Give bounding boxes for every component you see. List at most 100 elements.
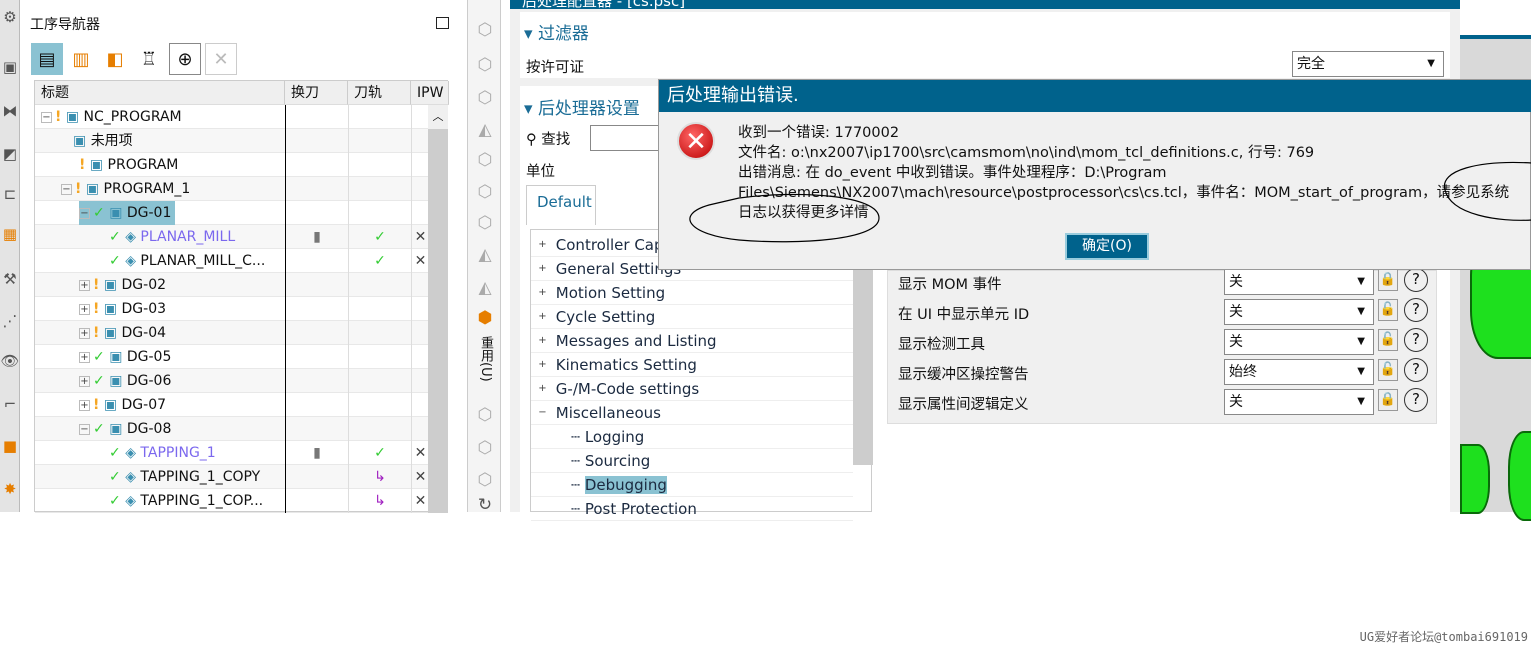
- unlock-icon[interactable]: 🔓: [1378, 299, 1398, 321]
- expand-toggle[interactable]: −: [41, 111, 52, 123]
- tree-row[interactable]: ✓ ◈ TAPPING_1_COPY ↳ ✕: [35, 465, 428, 489]
- expand-toggle[interactable]: +: [537, 360, 548, 371]
- tree-row[interactable]: + ✓ ▣ DG-05: [35, 345, 428, 369]
- shape2-icon[interactable]: ◭: [473, 278, 497, 302]
- method-view-icon[interactable]: ♖: [133, 43, 165, 75]
- scroll-up-icon[interactable]: ︿: [428, 105, 448, 129]
- tree-row[interactable]: +! ▣ DG-07: [35, 393, 428, 417]
- settings-tree-item[interactable]: ┄ Logging: [531, 425, 853, 449]
- tree-row[interactable]: ▣ 未用项: [35, 129, 428, 153]
- tree-row[interactable]: − ✓ ▣ DG-08: [35, 417, 428, 441]
- tree-row[interactable]: ✓ ◈ PLANAR_MILL_C... ✓ ✕: [35, 249, 428, 273]
- tree-row[interactable]: −! ▣ NC_PROGRAM: [35, 105, 428, 129]
- feature-icon[interactable]: ⋰: [0, 312, 20, 334]
- option-select[interactable]: 关 ▼: [1224, 269, 1374, 295]
- settings-tree-item[interactable]: + Motion Setting: [531, 281, 853, 305]
- expand-toggle[interactable]: +: [537, 288, 548, 299]
- option-select[interactable]: 关 ▼: [1224, 389, 1374, 415]
- tree-row[interactable]: ✓ ◈ TAPPING_1 ▮ ✓ ✕: [35, 441, 428, 465]
- tree-row[interactable]: ✓ ◈ PLANAR_MILL ▮ ✓ ✕: [35, 225, 428, 249]
- refresh-icon[interactable]: ↻: [473, 495, 497, 519]
- help-icon[interactable]: ?: [1404, 268, 1428, 292]
- expand-toggle[interactable]: +: [79, 375, 90, 387]
- tool-icon[interactable]: ⚒: [0, 270, 20, 292]
- delete-icon[interactable]: ⬡: [473, 213, 497, 237]
- settings-tree-item[interactable]: ┄ Post Protection: [531, 497, 853, 521]
- transform-icon[interactable]: ⬡: [473, 182, 497, 206]
- part-icon[interactable]: ▣: [0, 58, 20, 80]
- tree-row[interactable]: ✓ ◈ TAPPING_1_COP... ↳ ✕: [35, 489, 428, 513]
- reuse-icon[interactable]: ⬢: [473, 308, 497, 332]
- settings-tree-item[interactable]: ┄ Sourcing: [531, 449, 853, 473]
- expand-toggle[interactable]: +: [537, 240, 548, 251]
- settings-tree-item[interactable]: + Messages and Listing: [531, 329, 853, 353]
- expand-toggle[interactable]: +: [79, 279, 90, 291]
- machine-icon[interactable]: ⧓: [0, 102, 20, 124]
- gear-icon[interactable]: ⚙: [0, 8, 20, 30]
- tree-row[interactable]: + ✓ ▣ DG-06: [35, 369, 428, 393]
- settings-tree-item[interactable]: + G-/M-Code settings: [531, 377, 853, 401]
- expand-toggle[interactable]: −: [79, 207, 90, 219]
- assembly-icon[interactable]: ⊏: [0, 185, 20, 207]
- expand-toggle[interactable]: +: [537, 264, 548, 275]
- option-select[interactable]: 关 ▼: [1224, 299, 1374, 325]
- move-icon[interactable]: ⬡: [473, 150, 497, 174]
- lock-icon[interactable]: 🔒: [1378, 269, 1398, 291]
- verify-icon[interactable]: ⬡: [473, 438, 497, 462]
- help-icon[interactable]: ?: [1404, 328, 1428, 352]
- fixture-icon[interactable]: ◩: [0, 145, 20, 167]
- expand-toggle[interactable]: +: [537, 336, 548, 347]
- tree-row[interactable]: +! ▣ DG-04: [35, 321, 428, 345]
- expand-toggle[interactable]: −: [61, 183, 72, 195]
- column-header-path[interactable]: 刀轨: [348, 81, 411, 105]
- geometry-view-icon[interactable]: ◧: [99, 43, 131, 75]
- expand-toggle[interactable]: −: [537, 408, 548, 419]
- help-icon[interactable]: ?: [1404, 388, 1428, 412]
- unlock-icon[interactable]: 🔓: [1378, 329, 1398, 351]
- expand-toggle[interactable]: +: [537, 384, 548, 395]
- layers-icon[interactable]: ■: [0, 437, 20, 459]
- maximize-icon[interactable]: [436, 17, 449, 29]
- expand-toggle[interactable]: +: [79, 399, 90, 411]
- reuse-label[interactable]: 重用(U): [476, 336, 495, 382]
- shape-icon[interactable]: ◭: [473, 245, 497, 269]
- operation-navigator-icon[interactable]: ▦: [0, 225, 20, 247]
- settings-tree-item[interactable]: − Miscellaneous: [531, 401, 853, 425]
- sketch-icon[interactable]: ⌐: [0, 395, 20, 417]
- tab-default[interactable]: Default: [526, 185, 596, 225]
- simulate-icon[interactable]: ✸: [0, 480, 20, 502]
- gen-icon[interactable]: ⬡: [473, 405, 497, 429]
- settings-tree-item[interactable]: + Cycle Setting: [531, 305, 853, 329]
- tree-row[interactable]: +! ▣ DG-03: [35, 297, 428, 321]
- settings-tree-item[interactable]: + Kinematics Setting: [531, 353, 853, 377]
- option-select[interactable]: 关 ▼: [1224, 329, 1374, 355]
- help-icon[interactable]: ?: [1404, 298, 1428, 322]
- column-header-tool-change[interactable]: 换刀: [285, 81, 348, 105]
- column-header-title[interactable]: 标题: [35, 81, 285, 105]
- eye-icon[interactable]: 👁: [0, 352, 20, 374]
- post-icon[interactable]: ⬡: [473, 470, 497, 494]
- tree-row[interactable]: −! ▣ PROGRAM_1: [35, 177, 428, 201]
- remove-column-icon[interactable]: ✕: [205, 43, 237, 75]
- copy-icon[interactable]: ⬡: [473, 88, 497, 112]
- expand-toggle[interactable]: +: [79, 351, 90, 363]
- expand-toggle[interactable]: +: [537, 312, 548, 323]
- add-column-icon[interactable]: ⊕: [169, 43, 201, 75]
- tree-row[interactable]: ! ▣ PROGRAM: [35, 153, 428, 177]
- machine-tool-view-icon[interactable]: ▥: [65, 43, 97, 75]
- expand-toggle[interactable]: +: [79, 303, 90, 315]
- filter-header[interactable]: ▾ 过滤器: [524, 19, 589, 44]
- program-order-view-icon[interactable]: ▤: [31, 43, 63, 75]
- settings-tree-item[interactable]: ┄ Debugging: [531, 473, 853, 497]
- triangle-icon[interactable]: ◭: [473, 120, 497, 144]
- option-select[interactable]: 始终 ▼: [1224, 359, 1374, 385]
- ok-button[interactable]: 确定(O): [1065, 233, 1149, 260]
- help-icon[interactable]: ?: [1404, 358, 1428, 382]
- lock-icon[interactable]: 🔒: [1378, 389, 1398, 411]
- edit-icon[interactable]: ⬡: [473, 55, 497, 79]
- license-select[interactable]: 完全 ▼: [1292, 51, 1444, 77]
- tree-row[interactable]: − ✓ ▣ DG-01: [35, 201, 428, 225]
- settings-header[interactable]: ▾ 后处理器设置: [524, 94, 640, 119]
- expand-toggle[interactable]: +: [79, 327, 90, 339]
- expand-toggle[interactable]: −: [79, 423, 90, 435]
